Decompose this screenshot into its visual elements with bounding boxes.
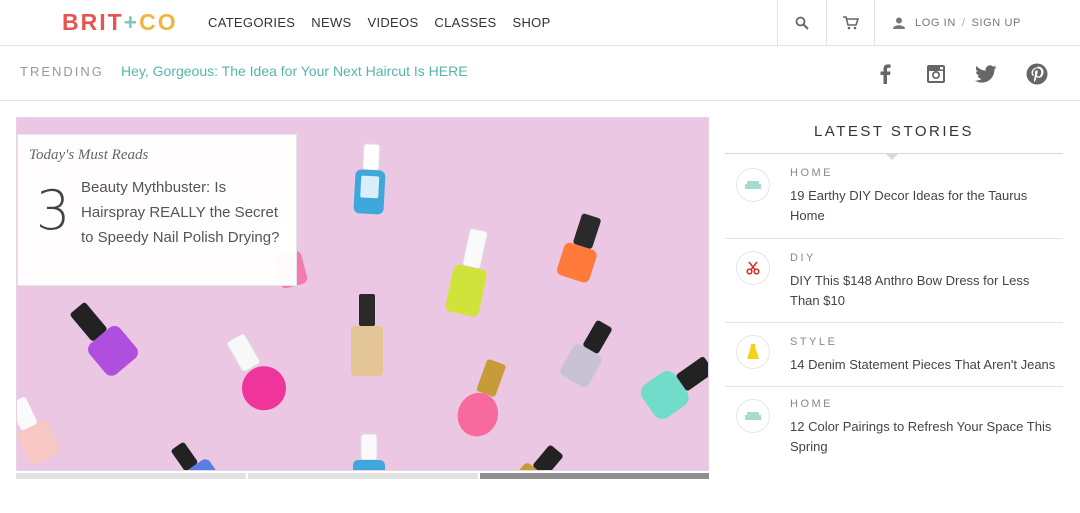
account-area: LOG IN / SIGN UP xyxy=(874,0,1080,46)
story-category: DIY xyxy=(790,252,816,264)
nav-shop[interactable]: SHOP xyxy=(513,15,551,30)
slide-indicator-2[interactable] xyxy=(248,473,478,479)
story-title[interactable]: 12 Color Pairings to Refresh Your Space … xyxy=(790,417,1060,457)
signup-link[interactable]: SIGN UP xyxy=(972,17,1021,29)
nav-news[interactable]: NEWS xyxy=(311,15,351,30)
latest-stories: LATEST STORIES HOME 19 Earthy DIY Decor … xyxy=(725,117,1063,454)
instagram-icon[interactable] xyxy=(923,61,949,87)
auth-separator: / xyxy=(961,17,966,29)
brit-co-logo[interactable]: BRIT+CO xyxy=(62,9,178,36)
story-item[interactable]: STYLE 14 Denim Statement Pieces That Are… xyxy=(725,323,1063,387)
trending-link[interactable]: Hey, Gorgeous: The Idea for Your Next Ha… xyxy=(121,63,468,79)
logo-text-right: CO xyxy=(139,9,178,35)
story-category: HOME xyxy=(790,398,833,410)
slide-indicator-1[interactable] xyxy=(16,473,246,479)
sofa-icon xyxy=(736,399,770,433)
hero-slideshow[interactable]: Today's Must Reads 3 Beauty Mythbuster: … xyxy=(16,117,709,471)
sofa-icon xyxy=(736,168,770,202)
slide-indicator-3-active[interactable] xyxy=(480,473,709,479)
must-reads-number: 3 xyxy=(36,179,71,242)
story-item[interactable]: HOME 12 Color Pairings to Refresh Your S… xyxy=(725,387,1063,465)
latest-stories-title: LATEST STORIES xyxy=(813,123,975,140)
cart-icon xyxy=(842,16,859,30)
story-category: STYLE xyxy=(790,336,838,348)
nav-classes[interactable]: CLASSES xyxy=(434,15,496,30)
logo-plus: + xyxy=(123,9,140,35)
user-icon xyxy=(893,17,905,29)
search-button[interactable] xyxy=(777,0,826,46)
twitter-icon[interactable] xyxy=(973,61,999,87)
dress-icon xyxy=(736,335,770,369)
story-item[interactable]: HOME 19 Earthy DIY Decor Ideas for the T… xyxy=(725,154,1063,239)
must-reads-kicker: Today's Must Reads xyxy=(29,147,149,163)
story-item[interactable]: DIY DIY This $148 Anthro Bow Dress for L… xyxy=(725,239,1063,323)
main-nav: CATEGORIES NEWS VIDEOS CLASSES SHOP xyxy=(208,15,567,30)
search-icon xyxy=(795,16,809,30)
trending-label: TRENDING xyxy=(20,64,104,79)
story-title[interactable]: 14 Denim Statement Pieces That Aren't Je… xyxy=(790,355,1060,375)
story-title[interactable]: 19 Earthy DIY Decor Ideas for the Taurus… xyxy=(790,186,1060,226)
top-navigation: BRIT+CO CATEGORIES NEWS VIDEOS CLASSES S… xyxy=(0,0,1080,46)
pinterest-icon[interactable] xyxy=(1024,61,1050,87)
scissors-icon xyxy=(736,251,770,285)
nav-categories[interactable]: CATEGORIES xyxy=(208,15,295,30)
story-title[interactable]: DIY This $148 Anthro Bow Dress for Less … xyxy=(790,271,1060,311)
must-reads-card[interactable]: Today's Must Reads 3 Beauty Mythbuster: … xyxy=(17,134,297,286)
nav-videos[interactable]: VIDEOS xyxy=(367,15,418,30)
login-link[interactable]: LOG IN xyxy=(915,17,956,29)
must-reads-headline[interactable]: Beauty Mythbuster: Is Hairspray REALLY t… xyxy=(81,175,287,250)
cart-button[interactable] xyxy=(826,0,874,46)
logo-text-left: BRIT xyxy=(62,9,124,35)
trending-bar: TRENDING Hey, Gorgeous: The Idea for You… xyxy=(0,47,1080,101)
story-category: HOME xyxy=(790,167,833,179)
facebook-icon[interactable] xyxy=(872,61,898,87)
